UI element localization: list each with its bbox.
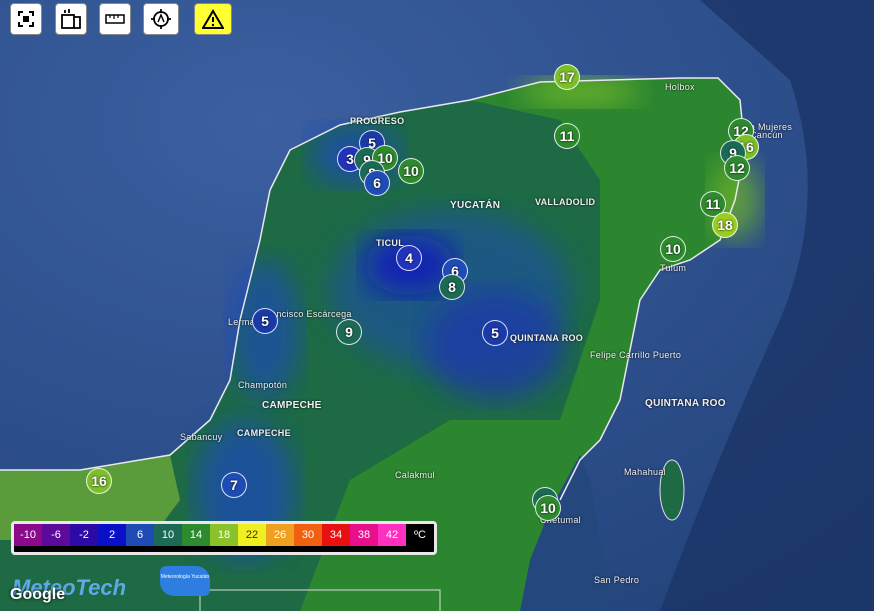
legend-swatch: -2	[70, 524, 98, 546]
place-label: Holbox	[665, 82, 695, 92]
place-label: YUCATÁN	[450, 200, 501, 211]
legend-swatch: 30	[294, 524, 322, 546]
locate-button[interactable]	[143, 3, 179, 35]
legend-swatch: 42	[378, 524, 406, 546]
temperature-marker[interactable]: 5	[252, 308, 278, 334]
legend-swatch: 2	[98, 524, 126, 546]
temperature-marker[interactable]: 11	[554, 123, 580, 149]
ruler-button[interactable]	[99, 3, 131, 35]
place-label: CAMPECHE	[237, 428, 291, 438]
legend-swatch: 14	[182, 524, 210, 546]
temperature-marker[interactable]: 9	[336, 319, 362, 345]
google-logo: Google	[10, 586, 66, 603]
legend-swatch: ºC	[406, 524, 434, 546]
legend-swatch: 18	[210, 524, 238, 546]
legend-swatch: 6	[126, 524, 154, 546]
temperature-marker[interactable]: 16	[86, 468, 112, 494]
temperature-marker[interactable]: 10	[660, 236, 686, 262]
place-label: Mahahual	[624, 467, 666, 477]
place-label: Lerma	[228, 317, 256, 327]
alert-button[interactable]	[194, 3, 232, 35]
temperature-marker[interactable]: 12	[724, 155, 750, 181]
place-label: QUINTANA ROO	[510, 333, 584, 343]
place-label: CAMPECHE	[262, 400, 322, 411]
legend-swatch: 22	[238, 524, 266, 546]
legend-swatch: 10	[154, 524, 182, 546]
temperature-legend: -10 -6 -2 2 6 10 14 18 22 26 30 34 38 42 ºC	[11, 521, 437, 555]
warning-icon	[202, 9, 224, 29]
weather-map[interactable]	[0, 0, 874, 611]
place-label: QUINTANA ROO	[645, 398, 726, 409]
station-icon	[61, 9, 81, 29]
place-label: Tulum	[660, 263, 687, 273]
legend-swatch: 34	[322, 524, 350, 546]
temperature-marker[interactable]: 5	[482, 320, 508, 346]
temperature-marker[interactable]: 6	[364, 170, 390, 196]
fullscreen-button[interactable]	[10, 3, 42, 35]
place-label: VALLADOLID	[535, 197, 596, 207]
temperature-marker[interactable]: 10	[398, 158, 424, 184]
temperature-marker[interactable]: 4	[396, 245, 422, 271]
place-label: San Pedro	[594, 575, 640, 585]
ruler-icon	[105, 14, 125, 24]
meteorologia-yucatan-logo: Meteorología Yucatán	[160, 566, 210, 596]
temperature-marker[interactable]: 8	[439, 274, 465, 300]
temperature-marker[interactable]: 7	[221, 472, 247, 498]
place-label: TICUL	[376, 238, 404, 248]
stations-button[interactable]	[55, 3, 87, 35]
place-label: Champotón	[238, 380, 288, 390]
legend-swatch: -6	[42, 524, 70, 546]
temperature-marker[interactable]: 18	[712, 212, 738, 238]
legend-swatch: -10	[14, 524, 42, 546]
legend-swatch: 26	[266, 524, 294, 546]
temperature-marker[interactable]: 17	[554, 64, 580, 90]
place-label: Calakmul	[395, 470, 435, 480]
temperature-marker[interactable]: 10	[535, 495, 561, 521]
legend-swatch: 38	[350, 524, 378, 546]
fullscreen-icon	[18, 11, 34, 27]
locate-icon	[151, 9, 171, 29]
place-label: Sabancuy	[180, 432, 223, 442]
place-label: PROGRESO	[350, 116, 405, 126]
place-label: Felipe Carrillo Puerto	[590, 350, 682, 360]
